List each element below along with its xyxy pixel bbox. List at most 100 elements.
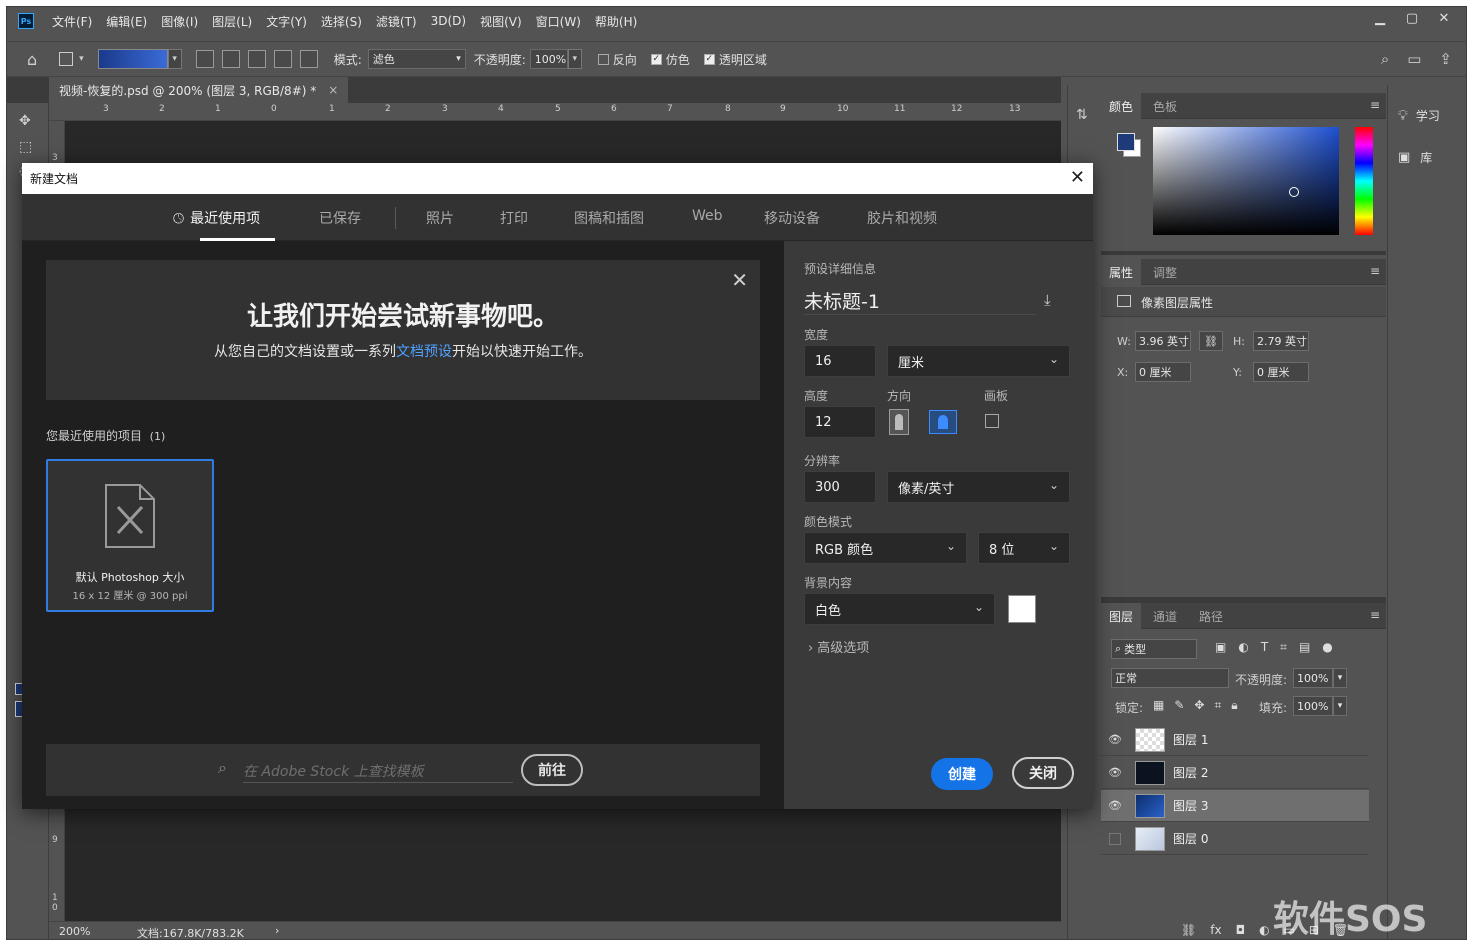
history-icon[interactable]: ⇅ xyxy=(1076,107,1088,123)
minimize-button[interactable]: ▁ xyxy=(1364,7,1396,29)
link-layers-icon[interactable]: ⛓ xyxy=(1181,923,1196,937)
menu-view[interactable]: 视图(V) xyxy=(480,13,522,30)
layer-filter-select[interactable]: ⌕ 类型 xyxy=(1111,639,1197,659)
presets-link[interactable]: 文档预设 xyxy=(396,344,452,360)
tab-swatches[interactable]: 色板 xyxy=(1145,93,1185,119)
y-input[interactable]: 0 厘米 xyxy=(1253,362,1309,382)
shape-filter-icon[interactable]: ⌗ xyxy=(1280,640,1287,655)
opacity-input[interactable]: 100% xyxy=(529,49,568,69)
layer-row[interactable]: 👁︎ 图层 1 xyxy=(1101,724,1369,756)
background-color-swatch[interactable] xyxy=(1008,595,1036,623)
tab-layers[interactable]: 图层 xyxy=(1101,603,1142,629)
search-icon[interactable]: ⌕ xyxy=(1381,50,1389,68)
color-picker-field[interactable] xyxy=(1153,127,1339,235)
lock-position-icon[interactable]: ✥ xyxy=(1194,698,1204,713)
linear-gradient-icon[interactable] xyxy=(195,50,214,68)
tab-color[interactable]: 颜色 xyxy=(1101,93,1142,119)
maximize-button[interactable]: ▢ xyxy=(1396,7,1428,29)
library-button[interactable]: ▣ 库 xyxy=(1398,149,1432,166)
resolution-unit-select[interactable]: 像素/英寸 ⌄ xyxy=(887,471,1070,503)
menu-3d[interactable]: 3D(D) xyxy=(431,14,466,28)
advanced-options-toggle[interactable]: › 高级选项 xyxy=(808,637,869,656)
reverse-checkbox[interactable] xyxy=(597,53,609,65)
close-window-button[interactable]: ✕ xyxy=(1428,7,1460,29)
unit-select[interactable]: 厘米 ⌄ xyxy=(887,345,1070,377)
menu-filter[interactable]: 滤镜(T) xyxy=(376,13,417,30)
tab-film-video[interactable]: 胶片和视频 xyxy=(867,208,937,228)
chevron-down-icon[interactable]: ▾ xyxy=(79,54,84,64)
eye-icon[interactable]: 👁︎ xyxy=(1101,733,1129,746)
transparency-checkbox[interactable]: ✓ xyxy=(703,53,715,65)
chevron-down-icon[interactable]: ▾ xyxy=(1333,696,1347,716)
opacity-dropdown[interactable]: ▾ xyxy=(567,49,582,69)
menu-type[interactable]: 文字(Y) xyxy=(266,13,307,30)
document-tab[interactable]: 视频-恢复的.psd @ 200% (图层 3, RGB/8#) * × xyxy=(49,77,349,103)
diamond-gradient-icon[interactable] xyxy=(299,50,318,68)
tab-paths[interactable]: 路径 xyxy=(1191,603,1231,629)
fx-icon[interactable]: fx xyxy=(1210,923,1221,937)
chevron-down-icon[interactable]: ▾ xyxy=(1333,668,1347,688)
gradient-swatch[interactable] xyxy=(97,49,168,69)
home-icon[interactable]: ⌂ xyxy=(27,50,37,69)
gradient-dropdown[interactable]: ▾ xyxy=(167,49,182,69)
close-icon[interactable]: ✕ xyxy=(731,268,748,292)
lock-artboard-icon[interactable]: ⌗ xyxy=(1214,698,1221,713)
dither-checkbox[interactable]: ✓ xyxy=(650,53,662,65)
menu-file[interactable]: 文件(F) xyxy=(52,13,92,30)
tab-channels[interactable]: 通道 xyxy=(1145,603,1185,629)
panel-menu-icon[interactable]: ≡ xyxy=(1370,608,1380,622)
move-tool-icon[interactable]: ✥ xyxy=(19,113,31,129)
menu-window[interactable]: 窗口(W) xyxy=(536,13,581,30)
width-input[interactable]: 16 xyxy=(804,345,876,377)
foreground-color-swatch[interactable] xyxy=(1117,133,1135,151)
menu-edit[interactable]: 编辑(E) xyxy=(106,13,147,30)
artboard-checkbox[interactable] xyxy=(985,414,999,428)
close-tab-icon[interactable]: × xyxy=(328,83,338,97)
panel-menu-icon[interactable]: ≡ xyxy=(1370,264,1380,278)
close-icon[interactable]: ✕ xyxy=(1070,167,1085,188)
workspace-icon[interactable]: ▭ xyxy=(1407,50,1421,68)
filter-toggle-icon[interactable]: ● xyxy=(1322,640,1332,655)
lock-transparent-icon[interactable]: ▦ xyxy=(1153,698,1164,713)
marquee-tool-icon[interactable]: ⬚ xyxy=(19,139,32,155)
learn-button[interactable]: 💡︎ 学习 xyxy=(1398,107,1440,124)
recent-item-card[interactable]: 默认 Photoshop 大小 16 x 12 厘米 @ 300 ppi xyxy=(46,459,214,612)
create-button[interactable]: 创建 xyxy=(931,758,993,790)
tab-mobile[interactable]: 移动设备 xyxy=(764,208,820,228)
layer-row[interactable]: 图层 0 xyxy=(1101,823,1369,855)
pixel-filter-icon[interactable]: ▣ xyxy=(1215,640,1226,655)
type-filter-icon[interactable]: T xyxy=(1261,640,1268,655)
fill-input[interactable]: 100% xyxy=(1293,696,1333,716)
mode-select[interactable]: 滤色 ▾ xyxy=(367,49,466,69)
status-arrow-icon[interactable]: › xyxy=(275,924,279,937)
reflected-gradient-icon[interactable] xyxy=(273,50,292,68)
tab-photo[interactable]: 照片 xyxy=(426,208,454,228)
menu-help[interactable]: 帮助(H) xyxy=(595,13,637,30)
close-button[interactable]: 关闭 xyxy=(1012,757,1074,789)
blend-mode-select[interactable]: 正常 xyxy=(1111,668,1229,688)
lock-all-icon[interactable]: 🔒︎ xyxy=(1231,698,1237,713)
zoom-level[interactable]: 200% xyxy=(59,925,90,938)
tab-web[interactable]: Web xyxy=(692,208,723,224)
tab-art-illustration[interactable]: 图稿和插图 xyxy=(574,208,644,228)
visibility-toggle[interactable] xyxy=(1109,832,1121,845)
eye-icon[interactable]: 👁︎ xyxy=(1101,766,1129,779)
tool-preset-icon[interactable] xyxy=(59,52,74,66)
lock-brush-icon[interactable]: ✎ xyxy=(1174,698,1184,713)
x-input[interactable]: 0 厘米 xyxy=(1135,362,1191,382)
tab-properties[interactable]: 属性 xyxy=(1101,259,1142,285)
document-name-input[interactable]: 未标题-1 xyxy=(804,287,1036,315)
width-input[interactable]: 3.96 英寸 xyxy=(1135,331,1191,351)
color-picker-cursor[interactable] xyxy=(1289,187,1299,197)
layer-row[interactable]: 👁︎ 图层 2 xyxy=(1101,757,1369,789)
hue-slider[interactable] xyxy=(1355,127,1373,235)
tab-adjustments[interactable]: 调整 xyxy=(1145,259,1185,285)
share-icon[interactable]: ⇪ xyxy=(1439,50,1452,68)
background-select[interactable]: 白色 ⌄ xyxy=(804,593,995,625)
eye-icon[interactable]: 👁︎ xyxy=(1101,799,1129,812)
tab-saved[interactable]: 已保存 xyxy=(319,208,361,228)
stock-search-input[interactable]: 在 Adobe Stock 上查找模板 xyxy=(243,759,513,783)
angle-gradient-icon[interactable] xyxy=(247,50,266,68)
color-mode-select[interactable]: RGB 颜色 ⌄ xyxy=(804,532,967,564)
height-input[interactable]: 12 xyxy=(804,406,876,438)
